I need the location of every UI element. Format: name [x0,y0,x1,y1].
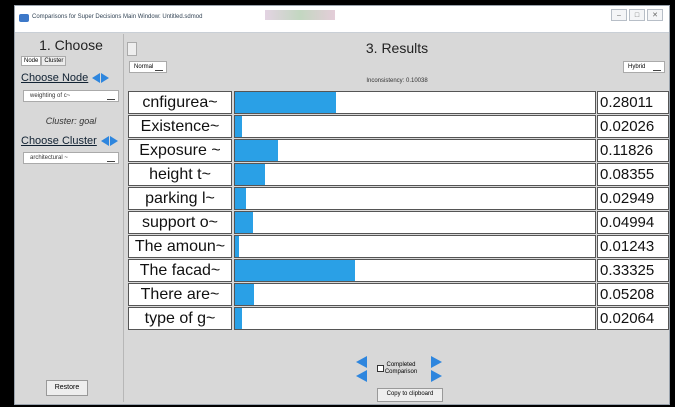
result-row-value: 0.04994 [597,211,669,234]
results-panel: 3. Results Normal Hybrid Inconsistency: … [127,34,669,402]
cluster-dropdown[interactable]: architectural ~ [23,152,119,164]
choose-panel: 1. Choose Node Cluster Choose Node weigh… [19,34,124,402]
result-bar-track [234,187,596,210]
dropdown-caret-icon [155,64,163,71]
result-bar [235,284,254,305]
dropdown-caret-icon [107,155,115,162]
result-row-name: cnfigurea~ [128,91,232,114]
choose-node-label: Choose Node [21,72,89,84]
normal-mode-value: Normal [134,64,154,70]
inconsistency-readout: Inconsistency: 0.10038 [366,78,428,84]
result-row: The amoun~ 0.01243 [128,235,669,259]
result-row-value: 0.02026 [597,115,669,138]
completed-label: Completed Comparison [384,362,418,375]
last-comparison-icon[interactable] [431,370,442,382]
choose-cluster-label: Choose Cluster [21,135,97,147]
hybrid-mode-value: Hybrid [628,64,646,70]
result-row: The facad~ 0.33325 [128,259,669,283]
title-bar: Comparisons for Super Decisions Main Win… [15,6,669,33]
result-row-value: 0.02064 [597,307,669,330]
tab-node[interactable]: Node [21,56,42,66]
result-row-value: 0.01243 [597,235,669,258]
result-bar [235,188,246,209]
result-row-value: 0.11826 [597,139,669,162]
result-row-value: 0.05208 [597,283,669,306]
result-row-name: type of g~ [128,307,232,330]
result-row-name: support o~ [128,211,232,234]
result-row: parking l~ 0.02949 [128,187,669,211]
result-row-value: 0.08355 [597,163,669,186]
result-bar-track [234,91,596,114]
result-bar-track [234,211,596,234]
result-row: support o~ 0.04994 [128,211,669,235]
result-row-value: 0.33325 [597,259,669,282]
window-title: Comparisons for Super Decisions Main Win… [32,14,203,20]
result-row: cnfigurea~ 0.28011 [128,91,669,115]
result-bar-track [234,235,596,258]
close-button[interactable]: ✕ [647,9,663,21]
result-bar-track [234,283,596,306]
result-row-value: 0.02949 [597,187,669,210]
choose-cluster-row: Choose Cluster [21,134,121,148]
result-row: height t~ 0.08355 [128,163,669,187]
copy-to-clipboard-button[interactable]: Copy to clipboard [377,388,443,402]
result-bar [235,260,355,281]
minimize-button[interactable]: – [611,9,627,21]
app-icon [19,14,29,22]
cluster-caption: Cluster: goal [45,116,97,126]
result-row-name: parking l~ [128,187,232,210]
prev-cluster-icon[interactable] [100,136,109,146]
result-bar [235,212,253,233]
result-bar [235,92,336,113]
result-row: Existence~ 0.02026 [128,115,669,139]
result-bar-track [234,139,596,162]
next-node-icon[interactable] [101,73,110,83]
prev-comparison-icon[interactable] [356,356,367,368]
result-row: There are~ 0.05208 [128,283,669,307]
result-row-value: 0.28011 [597,91,669,114]
result-bar-track [234,163,596,186]
node-dropdown-value: weighting of c~ [30,93,71,99]
restore-button[interactable]: Restore [46,380,88,396]
first-comparison-icon[interactable] [356,370,367,382]
result-bar [235,308,242,329]
completed-comparison-control: Completed Comparison [356,355,442,383]
cluster-dropdown-value: architectural ~ [30,155,68,161]
result-bar-track [234,307,596,330]
result-bar [235,164,265,185]
result-bar [235,236,239,257]
normal-mode-select[interactable]: Normal [129,61,167,73]
results-heading: 3. Results [365,40,429,56]
choose-heading: 1. Choose [39,37,103,53]
tab-cluster[interactable]: Cluster [41,56,67,66]
result-bar-track [234,259,596,282]
dropdown-caret-icon [653,64,661,71]
choose-node-row: Choose Node [21,71,121,85]
node-dropdown[interactable]: weighting of c~ [23,90,119,102]
title-decoration [265,10,335,20]
result-bar-track [234,115,596,138]
result-row-name: There are~ [128,283,232,306]
prev-node-icon[interactable] [92,73,101,83]
result-bar [235,140,278,161]
result-row-name: Exposure ~ [128,139,232,162]
dropdown-caret-icon [107,93,115,100]
result-row: type of g~ 0.02064 [128,307,669,331]
maximize-button[interactable]: □ [629,9,645,21]
result-bar [235,116,242,137]
comparisons-window: Comparisons for Super Decisions Main Win… [14,5,670,405]
result-row-name: height t~ [128,163,232,186]
result-row: Exposure ~ 0.11826 [128,139,669,163]
hybrid-mode-select[interactable]: Hybrid [623,61,665,73]
result-row-name: Existence~ [128,115,232,138]
next-comparison-icon[interactable] [431,356,442,368]
result-row-name: The amoun~ [128,235,232,258]
next-cluster-icon[interactable] [109,136,118,146]
result-row-name: The facad~ [128,259,232,282]
